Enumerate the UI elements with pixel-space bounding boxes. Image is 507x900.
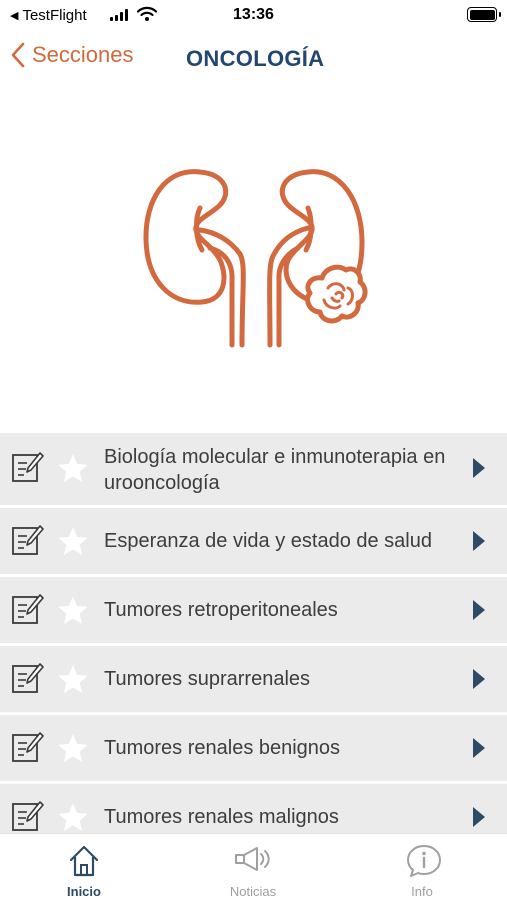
edit-document-icon [12,594,44,624]
list-item-label: Biología molecular e inmunoterapia en ur… [104,446,446,494]
favorite-star-icon[interactable] [56,732,90,766]
edit-document-icon [12,452,44,482]
favorite-star-icon[interactable] [56,663,90,697]
battery-cap [499,12,501,17]
tab-inicio[interactable]: Inicio [34,834,134,900]
info-icon [407,845,441,877]
tab-bar: Inicio Noticias Info [0,833,507,900]
edit-document-icon [12,801,44,831]
list-item[interactable]: Esperanza de vida y estado de salud [0,508,507,574]
list-item-label: Tumores retroperitoneales [104,599,338,621]
favorite-star-icon[interactable] [56,525,90,559]
home-icon [69,845,99,877]
edit-document-icon [12,732,44,762]
list-item-label: Esperanza de vida y estado de salud [104,530,432,552]
favorite-star-icon[interactable] [56,452,90,486]
status-bar: ◀ TestFlight 13:36 [0,0,507,32]
chevron-right-icon [473,669,485,689]
chevron-left-icon [11,42,25,68]
favorite-star-icon[interactable] [56,801,90,833]
kidney-tumor-icon [143,169,368,348]
battery-icon [467,7,497,22]
list-item[interactable]: Tumores renales malignos [0,784,507,833]
topics-list: Biología molecular e inmunoterapia en ur… [0,433,507,833]
edit-document-icon [12,525,44,555]
back-button[interactable]: Secciones [10,42,134,68]
favorite-star-icon[interactable] [56,594,90,628]
list-item-label: Tumores renales malignos [104,806,339,828]
chevron-right-icon [473,458,485,478]
list-item-label: Tumores renales benignos [104,737,341,759]
list-item[interactable]: Tumores retroperitoneales [0,577,507,643]
tab-info[interactable]: Info [372,834,472,900]
clock: 13:36 [233,6,274,23]
list-item[interactable]: Tumores suprarrenales [0,646,507,712]
megaphone-icon [235,847,270,871]
tab-label: Inicio [67,884,101,899]
back-button-label: Secciones [32,42,134,67]
list-item[interactable]: Biología molecular e inmunoterapia en ur… [0,433,507,505]
list-item[interactable]: Tumores renales benignos [0,715,507,781]
chevron-right-icon [473,738,485,758]
chevron-right-icon [473,600,485,620]
tab-noticias[interactable]: Noticias [203,834,303,900]
navigation-bar: Secciones ONCOLOGÍA [0,32,507,84]
page-title: ONCOLOGÍA [186,46,325,71]
edit-document-icon [12,663,44,693]
tab-label: Info [411,884,433,899]
chevron-right-icon [473,807,485,827]
tab-label: Noticias [229,884,277,899]
list-item-label: Tumores suprarrenales [104,668,311,690]
chevron-right-icon [473,531,485,551]
